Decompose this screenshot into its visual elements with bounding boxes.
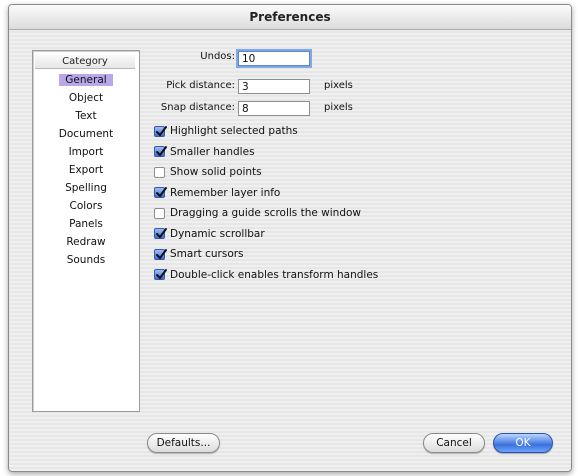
ok-button[interactable]: OK xyxy=(493,433,553,453)
checkbox-checked[interactable] xyxy=(154,269,167,280)
undos-field[interactable]: 10 xyxy=(238,51,310,66)
snap-distance-label: Snap distance: xyxy=(160,102,235,113)
pick-distance-units: pixels xyxy=(324,80,353,91)
sidebar-item-redraw[interactable]: Redraw xyxy=(33,233,139,251)
checkbox-checked[interactable] xyxy=(154,187,167,198)
sidebar-item-colors[interactable]: Colors xyxy=(33,197,139,215)
sidebar-item-sounds[interactable]: Sounds xyxy=(33,251,139,269)
sidebar-item-document[interactable]: Document xyxy=(33,125,139,143)
preferences-dialog: Preferences Category General Object Text… xyxy=(8,4,572,472)
option-row[interactable]: Double-click enables transform handles xyxy=(154,267,378,283)
checkbox-checked[interactable] xyxy=(154,125,167,137)
option-label: Highlight selected paths xyxy=(170,125,298,137)
pick-distance-label: Pick distance: xyxy=(166,80,235,91)
option-label: Dynamic scrollbar xyxy=(170,227,265,240)
checkbox-checked[interactable] xyxy=(154,248,167,260)
sidebar-item-import[interactable]: Import xyxy=(33,143,139,161)
option-label: Smart cursors xyxy=(170,248,244,260)
sidebar-item-panels[interactable]: Panels xyxy=(33,215,139,233)
option-label: Smaller handles xyxy=(170,145,255,158)
sidebar-item-general[interactable]: General xyxy=(33,71,139,89)
checkbox-checked[interactable] xyxy=(154,228,167,239)
window-title: Preferences xyxy=(9,5,571,30)
cancel-button[interactable]: Cancel xyxy=(423,433,485,453)
sidebar-item-export[interactable]: Export xyxy=(33,161,139,179)
option-row[interactable]: Show solid points xyxy=(154,164,262,180)
option-row[interactable]: Remember layer info xyxy=(154,185,280,201)
category-list[interactable]: Category General Object Text Document Im… xyxy=(32,50,140,412)
option-label: Remember layer info xyxy=(170,186,281,199)
snap-distance-field[interactable]: 8 xyxy=(238,101,310,116)
option-row[interactable]: Smaller handles xyxy=(154,144,255,160)
option-row[interactable]: Dragging a guide scrolls the window xyxy=(154,205,361,221)
option-label: Show solid points xyxy=(170,166,262,178)
sidebar-item-text[interactable]: Text xyxy=(33,107,139,125)
sidebar-item-spelling[interactable]: Spelling xyxy=(33,179,139,197)
sidebar-item-object[interactable]: Object xyxy=(33,89,139,107)
snap-distance-units: pixels xyxy=(324,102,353,113)
checkbox-unchecked[interactable] xyxy=(154,207,165,219)
option-row[interactable]: Smart cursors xyxy=(154,246,244,262)
option-label: Double-click enables transform handles xyxy=(170,268,379,281)
checkbox-checked[interactable] xyxy=(154,146,167,157)
category-header: Category xyxy=(35,55,135,69)
option-row[interactable]: Dynamic scrollbar xyxy=(154,226,265,242)
option-label: Dragging a guide scrolls the window xyxy=(170,207,362,219)
undos-label: Undos: xyxy=(200,51,235,62)
option-row[interactable]: Highlight selected paths xyxy=(154,123,298,139)
defaults-button[interactable]: Defaults... xyxy=(147,433,220,453)
pick-distance-field[interactable]: 3 xyxy=(238,79,310,94)
checkbox-unchecked[interactable] xyxy=(154,166,165,178)
